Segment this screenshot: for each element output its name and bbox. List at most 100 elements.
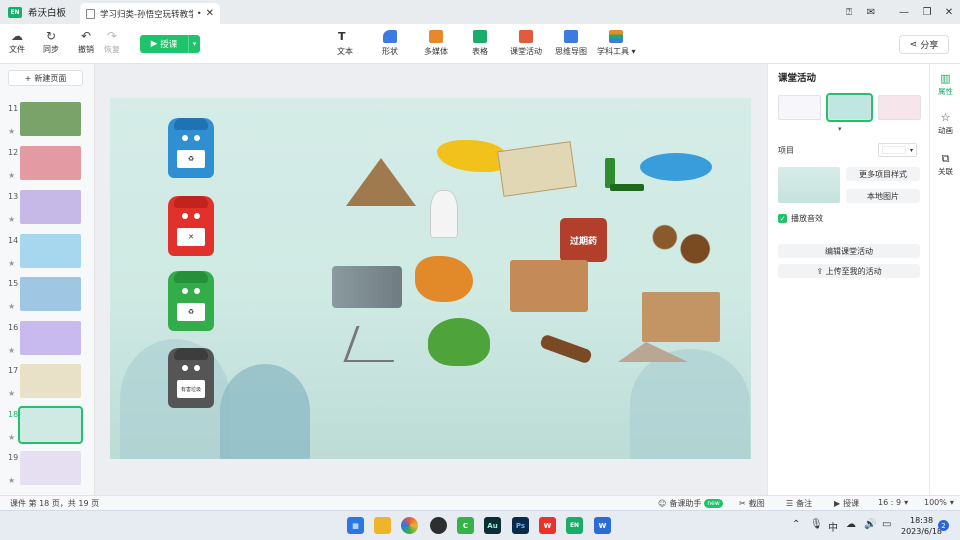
file-explorer-icon[interactable] [374, 517, 391, 534]
slide-thumbnail[interactable]: 11 ★ [4, 102, 89, 142]
seewo-icon[interactable]: EN [566, 517, 583, 534]
screenshot-button[interactable]: ✂ 截图 [739, 498, 765, 509]
audition-icon[interactable]: Au [484, 517, 501, 534]
item-color-picker[interactable]: ▾ [878, 143, 917, 157]
redo-button[interactable]: ↷ 恢复 [104, 28, 120, 55]
volume-icon[interactable]: 🔊 [864, 519, 876, 530]
teach-button[interactable]: ▶ 授课 [834, 498, 859, 509]
slide-number: 15 [8, 279, 19, 288]
windows-start-icon[interactable]: ▦ [347, 517, 364, 534]
star-icon[interactable]: ★ [8, 171, 15, 180]
star-icon[interactable]: ★ [8, 476, 15, 485]
mind-map-button[interactable]: 思维导图 [555, 30, 587, 57]
dirt-pile-item[interactable] [346, 158, 416, 206]
battery-icon[interactable]: ▭ [882, 519, 891, 530]
style-option[interactable] [878, 95, 921, 120]
notification-badge[interactable]: 2 [938, 520, 949, 531]
star-icon[interactable]: ★ [8, 215, 15, 224]
other-waste-bin[interactable]: 有害垃圾 [168, 348, 214, 408]
wood-blocks-item[interactable] [510, 260, 588, 312]
share-button[interactable]: ⋖ 分享 [899, 35, 949, 54]
more-styles-button[interactable]: 更多项目样式 [846, 167, 920, 181]
notes-button[interactable]: ☰ 备注 [786, 498, 812, 509]
star-icon[interactable]: ★ [8, 433, 15, 442]
newspaper-bundle-item[interactable] [497, 141, 577, 197]
chevron-up-icon[interactable]: ⌃ [792, 519, 800, 530]
rail-animation-tab[interactable]: ☆ 动画 [930, 111, 960, 136]
edit-activity-button[interactable]: 编辑课堂活动 [778, 244, 920, 258]
cardboard-box-item[interactable] [642, 292, 720, 342]
mail-icon[interactable]: ✉ [864, 5, 878, 19]
rail-properties-tab[interactable]: ▥ 属性 [930, 72, 960, 97]
browser-icon[interactable] [401, 517, 418, 534]
upload-activity-button[interactable]: ⇪ 上传至我的活动 [778, 264, 920, 278]
light-bulb-item[interactable] [430, 190, 458, 238]
wps-icon[interactable]: W [539, 517, 556, 534]
banana-peel-item[interactable] [437, 140, 507, 172]
new-page-button[interactable]: + 新建页面 [8, 70, 83, 86]
file-menu-button[interactable]: ☁ 文件 [9, 28, 25, 55]
autumn-leaves-item[interactable] [415, 256, 473, 302]
insert-media-button[interactable]: 多媒体 [424, 30, 448, 57]
gears-item[interactable] [642, 214, 718, 272]
slide-thumbnail[interactable]: 13 ★ [4, 190, 89, 230]
document-tab[interactable]: 学习归类-孙悟空玩转教学-4... • ✕ [80, 3, 220, 24]
undo-button[interactable]: ↶ 撤销 [78, 28, 94, 55]
star-icon[interactable]: ★ [8, 302, 15, 311]
star-icon[interactable]: ★ [8, 259, 15, 268]
star-icon[interactable]: ★ [8, 346, 15, 355]
cloud-icon[interactable]: ☁ [846, 519, 856, 530]
local-image-button[interactable]: 本地图片 [846, 189, 920, 203]
recyclable-bin[interactable]: ♻ [168, 118, 214, 178]
slide-thumbnail[interactable]: 19 ★ [4, 451, 89, 491]
photoshop-icon[interactable]: Ps [512, 517, 529, 534]
style-option-selected[interactable] [826, 93, 873, 122]
kitchen-waste-bin[interactable]: ♻ [168, 271, 214, 331]
insert-shape-button[interactable]: 形状 [382, 30, 398, 57]
tab-close-icon[interactable]: ✕ [206, 8, 214, 19]
sound-effect-checkbox[interactable]: ✓ 播放音效 [778, 213, 823, 224]
fishing-net-item[interactable] [640, 153, 712, 181]
slide-thumbnail[interactable]: 17 ★ [4, 364, 89, 404]
background-preview[interactable] [778, 167, 840, 203]
slide-thumbnail[interactable]: 15 ★ [4, 277, 89, 317]
subject-tools-button[interactable]: 学科工具 ▾ [597, 30, 636, 57]
class-activity-button[interactable]: 课堂活动 [510, 30, 542, 57]
star-icon[interactable]: ★ [8, 389, 15, 398]
style-option[interactable] [778, 95, 821, 120]
word-icon[interactable]: W [594, 517, 611, 534]
assistant-button[interactable]: ☺ 备课助手 new [658, 498, 723, 509]
slide-thumbnail[interactable]: 14 ★ [4, 234, 89, 274]
restore-icon[interactable]: ❐ [920, 5, 934, 19]
system-clock[interactable]: 18:38 2023/6/18 [901, 515, 942, 537]
harmful-bin[interactable]: ✕ [168, 196, 214, 256]
camtasia-icon[interactable]: C [457, 517, 474, 534]
rail-link-tab[interactable]: ⧉ 关联 [930, 152, 960, 177]
broken-bottle-item[interactable] [539, 333, 593, 365]
battery-item[interactable] [610, 184, 644, 191]
media-app-icon[interactable] [430, 517, 447, 534]
paint-cans-item[interactable] [332, 266, 402, 308]
minimize-icon[interactable]: — [897, 5, 911, 19]
feedback-icon[interactable]: ⍰ [842, 5, 856, 19]
chevron-down-icon: ▾ [904, 498, 909, 507]
slide-thumbnail[interactable]: 16 ★ [4, 321, 89, 361]
slide-thumbnail-active[interactable]: 18 ★ [4, 406, 89, 448]
start-class-button[interactable]: ▶ 授课 ▾ [140, 35, 200, 53]
close-icon[interactable]: ✕ [942, 5, 956, 19]
expand-styles-icon[interactable]: ▾ [838, 125, 842, 133]
start-class-dropdown-icon[interactable]: ▾ [188, 35, 200, 53]
sync-button[interactable]: ↻ 同步 [43, 28, 59, 55]
expired-medicine-jar-item[interactable]: 过期药 [560, 218, 607, 262]
microphone-icon[interactable]: 🎙 [810, 519, 823, 530]
slide-canvas[interactable]: ♻ ✕ ♻ 有害垃圾 过期药 [110, 98, 751, 459]
aspect-ratio-select[interactable]: 16 : 9 ▾ [878, 498, 908, 507]
insert-table-button[interactable]: 表格 [472, 30, 488, 57]
bok-choy-item[interactable] [428, 318, 490, 366]
insert-text-button[interactable]: T 文本 [337, 30, 353, 57]
slide-thumbnail[interactable]: 12 ★ [4, 146, 89, 186]
star-icon[interactable]: ★ [8, 127, 15, 136]
fish-bone-item[interactable] [343, 326, 407, 362]
zoom-select[interactable]: 100% ▾ [924, 498, 954, 507]
language-icon[interactable]: 中 [828, 519, 838, 534]
